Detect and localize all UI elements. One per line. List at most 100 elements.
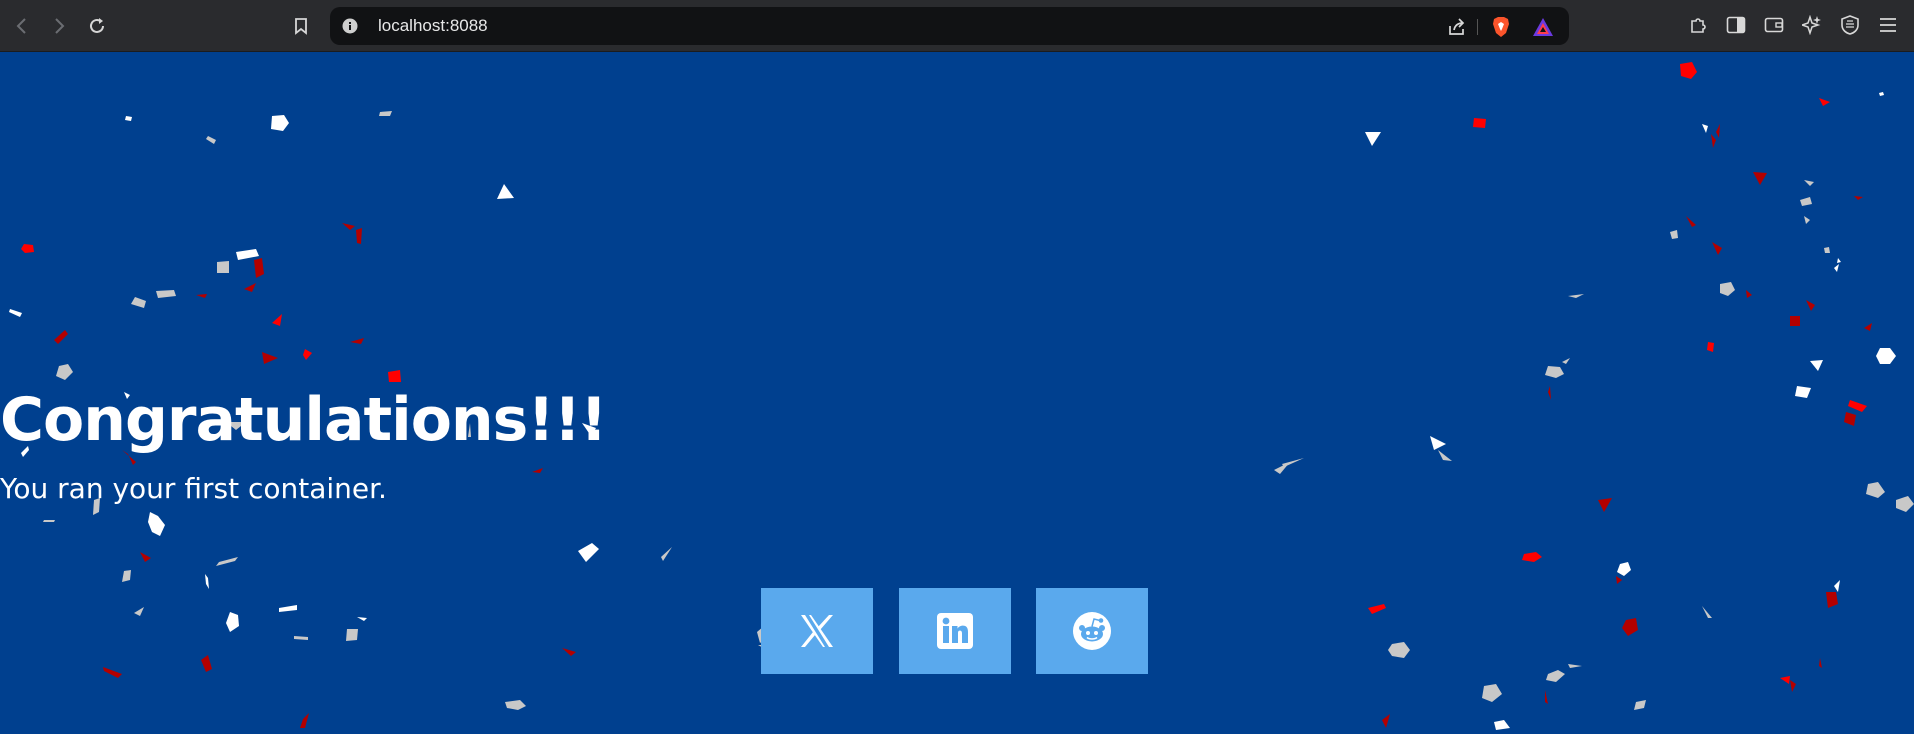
back-icon[interactable] xyxy=(8,12,36,40)
confetti-piece xyxy=(1876,348,1896,364)
confetti-piece xyxy=(196,294,207,298)
confetti-piece xyxy=(1804,216,1810,224)
share-reddit-button[interactable] xyxy=(1036,588,1148,674)
confetti-piece xyxy=(201,655,212,672)
confetti-piece xyxy=(1568,294,1584,298)
share-x-button[interactable] xyxy=(761,588,873,674)
reload-icon[interactable] xyxy=(83,12,111,40)
confetti-piece xyxy=(505,700,526,710)
confetti-piece xyxy=(1522,552,1542,562)
confetti-piece xyxy=(244,283,256,292)
confetti-piece xyxy=(56,364,73,380)
confetti-piece xyxy=(497,184,514,199)
confetti-piece xyxy=(131,297,146,308)
confetti-piece xyxy=(1753,172,1767,185)
confetti-piece xyxy=(357,617,367,621)
page-title: Congratulations!!! xyxy=(0,385,607,455)
share-icon[interactable] xyxy=(1446,16,1468,38)
confetti-piece xyxy=(134,607,144,616)
page-subtitle: You ran your first container. xyxy=(0,472,387,505)
confetti-piece xyxy=(1810,360,1823,371)
confetti-piece xyxy=(54,330,68,344)
wallet-icon[interactable] xyxy=(1762,13,1786,37)
confetti-piece xyxy=(1806,300,1815,311)
confetti-piece xyxy=(1834,264,1839,272)
address-bar[interactable]: localhost:8088 xyxy=(330,7,1569,45)
confetti-piece xyxy=(1686,216,1696,227)
confetti-piece xyxy=(1634,700,1646,710)
confetti-piece xyxy=(205,574,209,589)
confetti-piece xyxy=(1837,258,1841,263)
confetti-piece xyxy=(1545,690,1548,704)
confetti-piece xyxy=(21,244,34,253)
confetti-piece xyxy=(1282,458,1304,467)
extensions-icon[interactable] xyxy=(1686,13,1710,37)
confetti-piece xyxy=(346,629,358,641)
confetti-piece xyxy=(1545,366,1564,378)
confetti-piece xyxy=(350,338,364,344)
confetti-piece xyxy=(279,605,297,612)
address-separator xyxy=(1477,19,1478,35)
confetti-piece xyxy=(122,570,131,582)
confetti-piece xyxy=(254,258,264,278)
leo-ai-icon[interactable] xyxy=(1800,13,1824,37)
confetti-piece xyxy=(1819,658,1822,668)
confetti-piece xyxy=(1702,606,1712,618)
confetti-piece xyxy=(300,713,309,728)
confetti-piece xyxy=(1568,664,1582,668)
confetti-piece xyxy=(226,612,239,632)
confetti-piece xyxy=(1864,323,1872,331)
confetti-piece xyxy=(262,352,278,364)
confetti-piece xyxy=(1368,604,1386,614)
confetti-piece xyxy=(578,543,599,562)
confetti-piece xyxy=(1382,714,1390,728)
confetti-piece xyxy=(1790,316,1800,326)
confetti-piece xyxy=(216,557,238,566)
forward-icon[interactable] xyxy=(45,12,73,40)
confetti-piece xyxy=(1712,242,1722,255)
confetti-piece xyxy=(388,370,401,382)
confetti-piece xyxy=(271,115,289,131)
confetti-piece xyxy=(236,249,259,260)
confetti-piece xyxy=(1494,720,1510,730)
confetti-piece xyxy=(1879,92,1884,96)
confetti-piece xyxy=(1824,247,1830,253)
confetti-piece xyxy=(1562,358,1570,364)
menu-icon[interactable] xyxy=(1876,13,1900,37)
confetti-piece xyxy=(103,667,122,678)
confetti-piece xyxy=(272,314,282,326)
confetti-piece xyxy=(303,349,312,360)
site-info-icon[interactable] xyxy=(342,18,358,34)
confetti-piece xyxy=(9,309,22,317)
confetti-piece xyxy=(562,648,576,656)
confetti-piece xyxy=(140,552,151,562)
brave-shields-icon[interactable] xyxy=(1490,16,1512,38)
confetti-piece xyxy=(1482,684,1502,702)
confetti-piece xyxy=(356,228,362,244)
confetti-piece xyxy=(1854,196,1863,200)
confetti-piece xyxy=(1826,592,1838,608)
confetti-piece xyxy=(1616,576,1622,584)
confetti-piece xyxy=(1804,180,1814,186)
confetti-piece xyxy=(1670,230,1678,239)
sidebar-icon[interactable] xyxy=(1724,13,1748,37)
confetti-piece xyxy=(1388,642,1410,658)
confetti-piece xyxy=(1617,562,1631,576)
vpn-icon[interactable] xyxy=(1838,13,1862,37)
confetti-piece xyxy=(661,547,672,561)
bookmark-icon[interactable] xyxy=(287,12,315,40)
confetti-piece xyxy=(1546,670,1565,682)
confetti-piece xyxy=(379,111,392,116)
confetti-piece xyxy=(1720,282,1735,296)
confetti-piece xyxy=(1702,124,1708,133)
x-icon xyxy=(801,615,833,647)
confetti-piece xyxy=(206,136,216,144)
confetti-piece xyxy=(1746,290,1752,298)
brave-rewards-icon[interactable] xyxy=(1532,16,1554,38)
share-linkedin-button[interactable] xyxy=(899,588,1011,674)
confetti-piece xyxy=(156,290,176,298)
reddit-icon xyxy=(1073,612,1111,650)
confetti-piece xyxy=(1365,132,1381,146)
confetti-piece xyxy=(148,512,165,536)
confetti-piece xyxy=(1680,62,1697,79)
